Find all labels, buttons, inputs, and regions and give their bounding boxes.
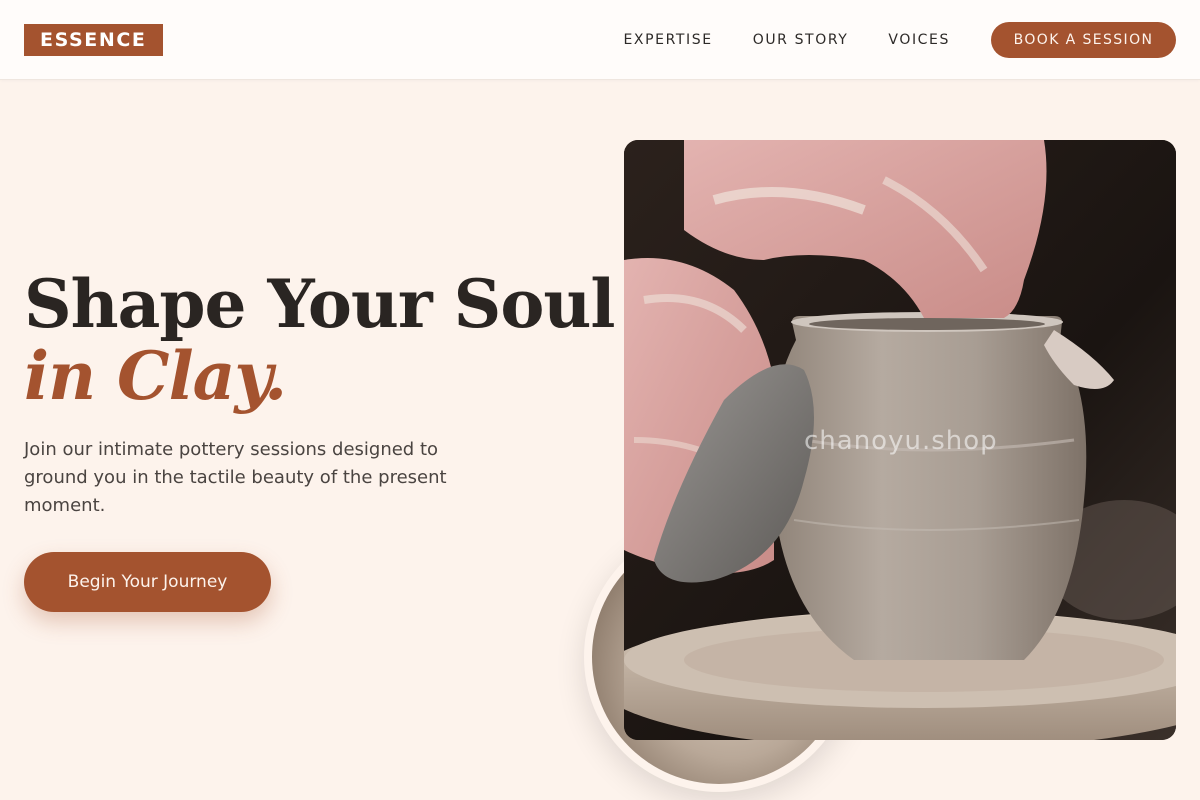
nav-link-expertise[interactable]: EXPERTISE bbox=[623, 32, 712, 48]
main-nav: EXPERTISE OUR STORY VOICES bbox=[623, 0, 950, 80]
nav-link-our-story[interactable]: OUR STORY bbox=[753, 32, 849, 48]
watermark-text: chanoyu.shop bbox=[804, 426, 998, 456]
book-session-button[interactable]: BOOK A SESSION bbox=[991, 22, 1176, 58]
nav-link-voices[interactable]: VOICES bbox=[888, 32, 950, 48]
brand-logo[interactable]: ESSENCE bbox=[24, 24, 163, 56]
begin-journey-button[interactable]: Begin Your Journey bbox=[24, 552, 271, 612]
site-header: ESSENCE EXPERTISE OUR STORY VOICES BOOK … bbox=[0, 0, 1200, 80]
pottery-wheel-hands-photo: chanoyu.shop bbox=[624, 140, 1176, 740]
hero-headline-accent: in Clay. bbox=[24, 337, 287, 415]
hero-headline: Shape Your Soul bbox=[24, 265, 615, 343]
hero-description: Join our intimate pottery sessions desig… bbox=[24, 439, 447, 516]
